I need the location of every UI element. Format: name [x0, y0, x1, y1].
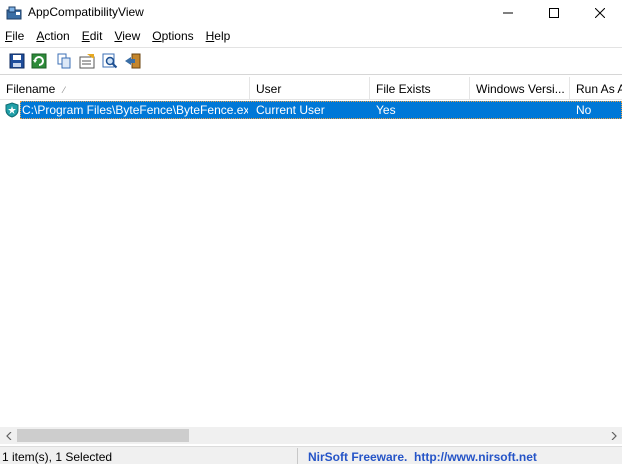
menu-options[interactable]: Options	[146, 26, 199, 46]
maximize-button[interactable]	[531, 0, 577, 26]
column-header-user[interactable]: User	[250, 77, 370, 100]
menu-view[interactable]: View	[108, 26, 146, 46]
scrollbar-thumb[interactable]	[17, 429, 189, 442]
scroll-right-button[interactable]	[605, 427, 622, 444]
exit-icon	[125, 53, 141, 69]
sort-indicator-icon: ⁄	[63, 85, 65, 95]
bytefence-shield-icon	[4, 102, 20, 118]
chevron-left-icon	[5, 431, 11, 440]
column-header-run-as-admin[interactable]: Run As A	[570, 77, 622, 100]
menu-action[interactable]: Action	[30, 26, 75, 46]
list-view[interactable]: Filename ⁄ User File Exists Windows Versi…	[0, 77, 622, 427]
find-icon	[102, 53, 118, 69]
status-bar: 1 item(s), 1 Selected NirSoft Freeware. …	[0, 446, 622, 464]
column-header-filename[interactable]: Filename ⁄	[0, 77, 250, 100]
horizontal-scrollbar[interactable]	[0, 427, 622, 444]
chevron-right-icon	[611, 431, 617, 440]
status-divider	[297, 448, 298, 464]
app-icon	[6, 5, 22, 21]
status-item-count: 1 item(s), 1 Selected	[2, 450, 113, 464]
save-button[interactable]	[8, 52, 26, 70]
save-icon	[9, 53, 25, 69]
column-header-file-exists[interactable]: File Exists	[370, 77, 470, 100]
refresh-button[interactable]	[30, 52, 48, 70]
window-title: AppCompatibilityView	[28, 5, 144, 19]
menu-edit[interactable]: Edit	[76, 26, 109, 46]
column-header-filename-label: Filename	[6, 82, 56, 96]
menu-help[interactable]: Help	[200, 26, 237, 46]
column-header-windows-version[interactable]: Windows Versi...	[470, 77, 570, 100]
properties-button[interactable]	[78, 52, 96, 70]
copy-icon	[57, 53, 71, 69]
close-icon	[595, 8, 605, 18]
menu-file-label: File	[5, 29, 25, 43]
close-button[interactable]	[577, 0, 622, 26]
cell-filename: C:\Program Files\ByteFence\ByteFence.exe	[22, 103, 248, 117]
find-button[interactable]	[101, 52, 119, 70]
list-header: Filename ⁄ User File Exists Windows Versi…	[0, 77, 622, 100]
nirsoft-link[interactable]: NirSoft Freeware. http://www.nirsoft.net	[308, 450, 537, 464]
scroll-left-button[interactable]	[0, 427, 17, 444]
title-bar: AppCompatibilityView	[0, 0, 622, 26]
menu-bar: File Action Edit View Options Help	[0, 26, 622, 46]
table-row[interactable]: C:\Program Files\ByteFence\ByteFence.exe…	[0, 101, 622, 119]
maximize-icon	[549, 8, 559, 18]
properties-icon	[79, 54, 95, 69]
minimize-icon	[503, 12, 513, 14]
refresh-icon	[31, 53, 47, 69]
cell-file-exists: Yes	[376, 103, 396, 117]
copy-button[interactable]	[55, 52, 73, 70]
menu-file[interactable]: File	[0, 26, 30, 46]
toolbar	[0, 47, 622, 75]
exit-button[interactable]	[124, 52, 142, 70]
cell-user: Current User	[256, 103, 325, 117]
cell-run-as-admin: No	[576, 103, 592, 117]
minimize-button[interactable]	[485, 0, 531, 26]
